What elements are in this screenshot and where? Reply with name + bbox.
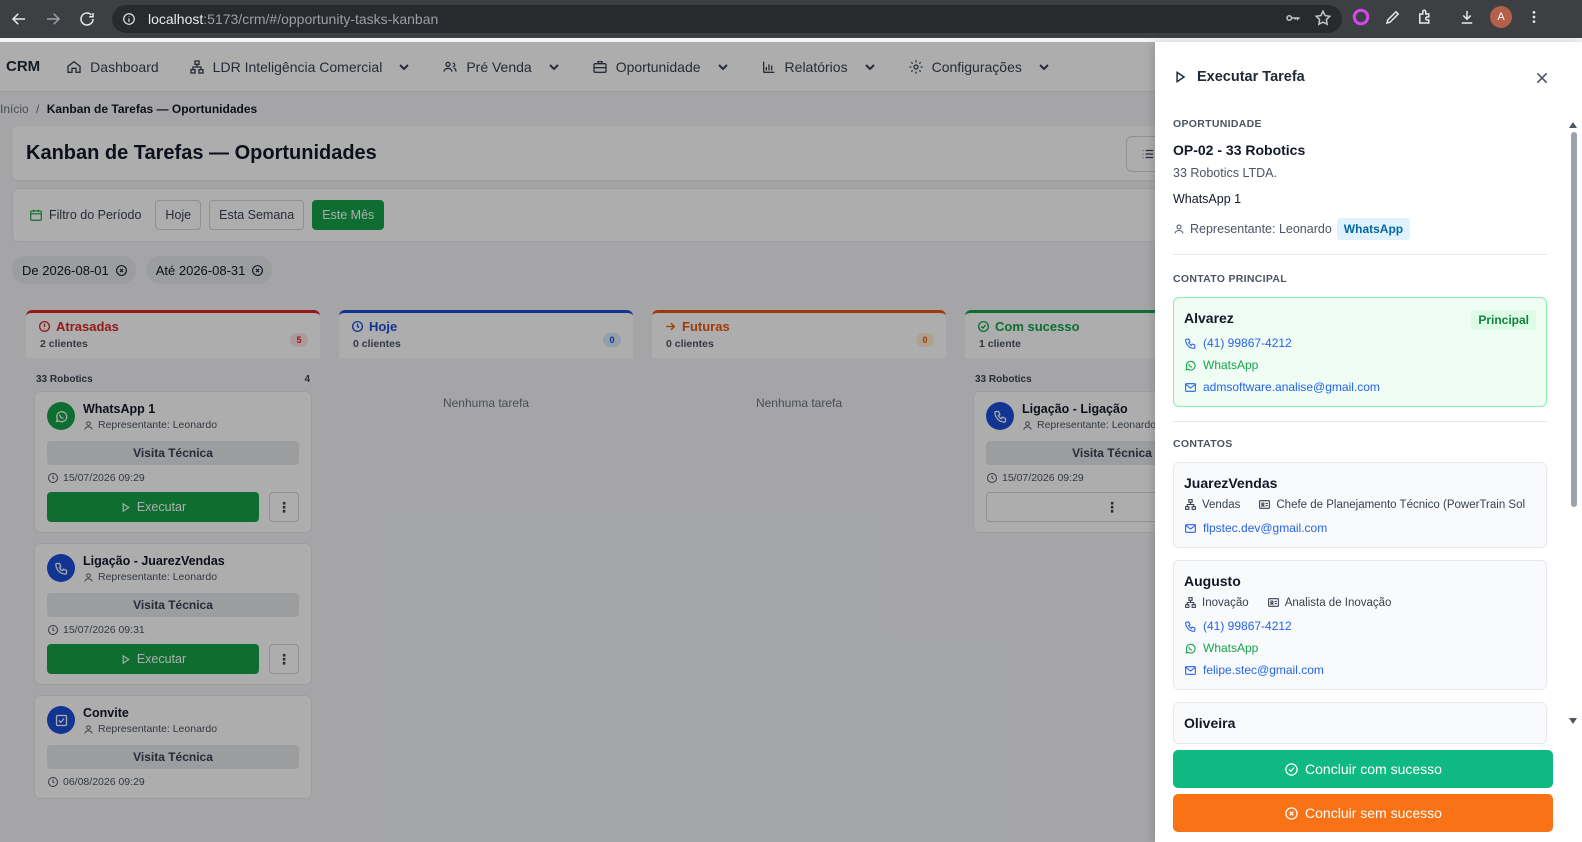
opportunity-task: WhatsApp 1	[1173, 192, 1242, 206]
complete-success-label: Concluir com sucesso	[1305, 761, 1442, 777]
drawer-header: Executar Tarefa	[1155, 42, 1582, 112]
contact-whatsapp: WhatsApp	[1203, 641, 1259, 655]
channel-badge: WhatsApp	[1336, 218, 1411, 240]
principal-badge: Principal	[1471, 310, 1536, 330]
url-path: :5173/crm/#/opportunity-tasks-kanban	[203, 11, 439, 27]
url-host: localhost	[148, 11, 204, 27]
browser-toolbar: localhost:5173/crm/#/opportunity-tasks-k…	[0, 0, 1582, 38]
opportunity-representative: Representante: Leonardo WhatsApp	[1173, 218, 1547, 240]
download-icon[interactable]	[1458, 8, 1476, 26]
drawer-scrollbar[interactable]	[1568, 122, 1578, 772]
drawer-title: Executar Tarefa	[1197, 69, 1305, 85]
contact-email: flpstec.dev@gmail.com	[1203, 521, 1328, 535]
phone-icon	[1185, 338, 1196, 349]
contact-card: JuarezVendas Vendas Chefe de Planejament…	[1173, 462, 1547, 548]
pen-extension-icon[interactable]	[1384, 8, 1402, 26]
contact-phone-link[interactable]: (41) 99867-4212	[1184, 336, 1536, 350]
whatsapp-icon	[1185, 360, 1196, 371]
contact-department: Vendas	[1202, 498, 1241, 511]
complete-fail-button[interactable]: Concluir sem sucesso	[1173, 794, 1553, 832]
id-card-icon	[1259, 500, 1271, 509]
scroll-down-arrow[interactable]	[1569, 718, 1577, 724]
user-icon	[1174, 224, 1184, 234]
modal-backdrop[interactable]	[0, 42, 1155, 842]
contact-role: Chefe de Planejamento Técnico (PowerTrai…	[1276, 498, 1526, 511]
scroll-up-arrow[interactable]	[1569, 122, 1577, 128]
contact-role: Analista de Inovação	[1284, 596, 1392, 609]
contact-name: Oliveira	[1184, 715, 1236, 731]
sitemap-icon	[1185, 597, 1196, 608]
bookmark-star-icon[interactable]	[1314, 9, 1332, 27]
contact-phone-link[interactable]: (41) 99867-4212	[1184, 619, 1536, 633]
contact-phone: (41) 99867-4212	[1203, 619, 1292, 633]
forward-icon[interactable]	[38, 4, 68, 34]
phone-icon	[1185, 621, 1196, 632]
contact-email: felipe.stec@gmail.com	[1203, 663, 1324, 677]
mail-icon	[1185, 665, 1196, 675]
extensions-puzzle-icon[interactable]	[1416, 8, 1434, 26]
color-extension-icon[interactable]	[1352, 8, 1370, 26]
contact-email-link[interactable]: admsoftware.analise@gmail.com	[1184, 380, 1536, 394]
browser-menu-icon[interactable]	[1526, 9, 1542, 25]
site-info-icon[interactable]	[122, 12, 136, 26]
check-circle-icon	[1285, 762, 1298, 776]
whatsapp-icon	[1185, 643, 1196, 654]
close-icon[interactable]	[1534, 70, 1550, 86]
complete-fail-label: Concluir sem sucesso	[1305, 805, 1442, 821]
mail-icon	[1185, 523, 1196, 533]
contact-name: JuarezVendas	[1184, 475, 1278, 491]
drawer-body: OPORTUNIDADE OP-02 - 33 Robotics 33 Robo…	[1155, 112, 1565, 777]
contact-meta: Inovação Analista de Inovação	[1184, 596, 1536, 609]
drawer-footer: Concluir com sucesso Concluir sem sucess…	[1173, 750, 1553, 832]
contacts-section-label: CONTATOS	[1173, 438, 1233, 450]
mail-icon	[1185, 382, 1196, 392]
opportunity-rep-text: Representante: Leonardo	[1190, 222, 1332, 236]
address-bar[interactable]: localhost:5173/crm/#/opportunity-tasks-k…	[112, 5, 1342, 33]
back-icon[interactable]	[4, 4, 34, 34]
contact-card: Oliveira	[1173, 702, 1547, 744]
contact-name: Augusto	[1184, 573, 1241, 589]
contact-email: admsoftware.analise@gmail.com	[1203, 380, 1380, 394]
profile-avatar[interactable]: A	[1490, 6, 1512, 28]
opportunity-section-label: OPORTUNIDADE	[1173, 118, 1262, 130]
reload-icon[interactable]	[72, 4, 102, 34]
main-contact-section-label: CONTATO PRINCIPAL	[1173, 273, 1287, 285]
main-contact-card: Alvarez Principal (41) 99867-4212 WhatsA…	[1173, 297, 1547, 407]
contact-phone: (41) 99867-4212	[1203, 336, 1292, 350]
password-key-icon[interactable]	[1284, 9, 1302, 27]
contact-department: Inovação	[1202, 596, 1249, 609]
contact-whatsapp: WhatsApp	[1203, 358, 1259, 372]
play-icon	[1176, 70, 1186, 84]
contact-card: Augusto Inovação Analista de Inovação (4…	[1173, 560, 1547, 690]
scroll-thumb[interactable]	[1571, 132, 1577, 507]
complete-success-button[interactable]: Concluir com sucesso	[1173, 750, 1553, 788]
contact-email-link[interactable]: felipe.stec@gmail.com	[1184, 663, 1536, 677]
sitemap-icon	[1185, 499, 1196, 510]
x-circle-icon	[1285, 806, 1298, 820]
execute-task-drawer: Executar Tarefa OPORTUNIDADE OP-02 - 33 …	[1155, 42, 1582, 842]
contact-meta: Vendas Chefe de Planejamento Técnico (Po…	[1184, 498, 1536, 511]
contact-email-link[interactable]: flpstec.dev@gmail.com	[1184, 521, 1536, 535]
opportunity-code: OP-02 - 33 Robotics	[1173, 142, 1306, 158]
id-card-icon	[1267, 598, 1279, 607]
divider	[1173, 254, 1547, 255]
contact-whatsapp-link[interactable]: WhatsApp	[1184, 641, 1536, 655]
opportunity-company: 33 Robotics LTDA.	[1173, 166, 1277, 180]
contact-whatsapp-link[interactable]: WhatsApp	[1184, 358, 1536, 372]
divider	[1173, 421, 1547, 422]
